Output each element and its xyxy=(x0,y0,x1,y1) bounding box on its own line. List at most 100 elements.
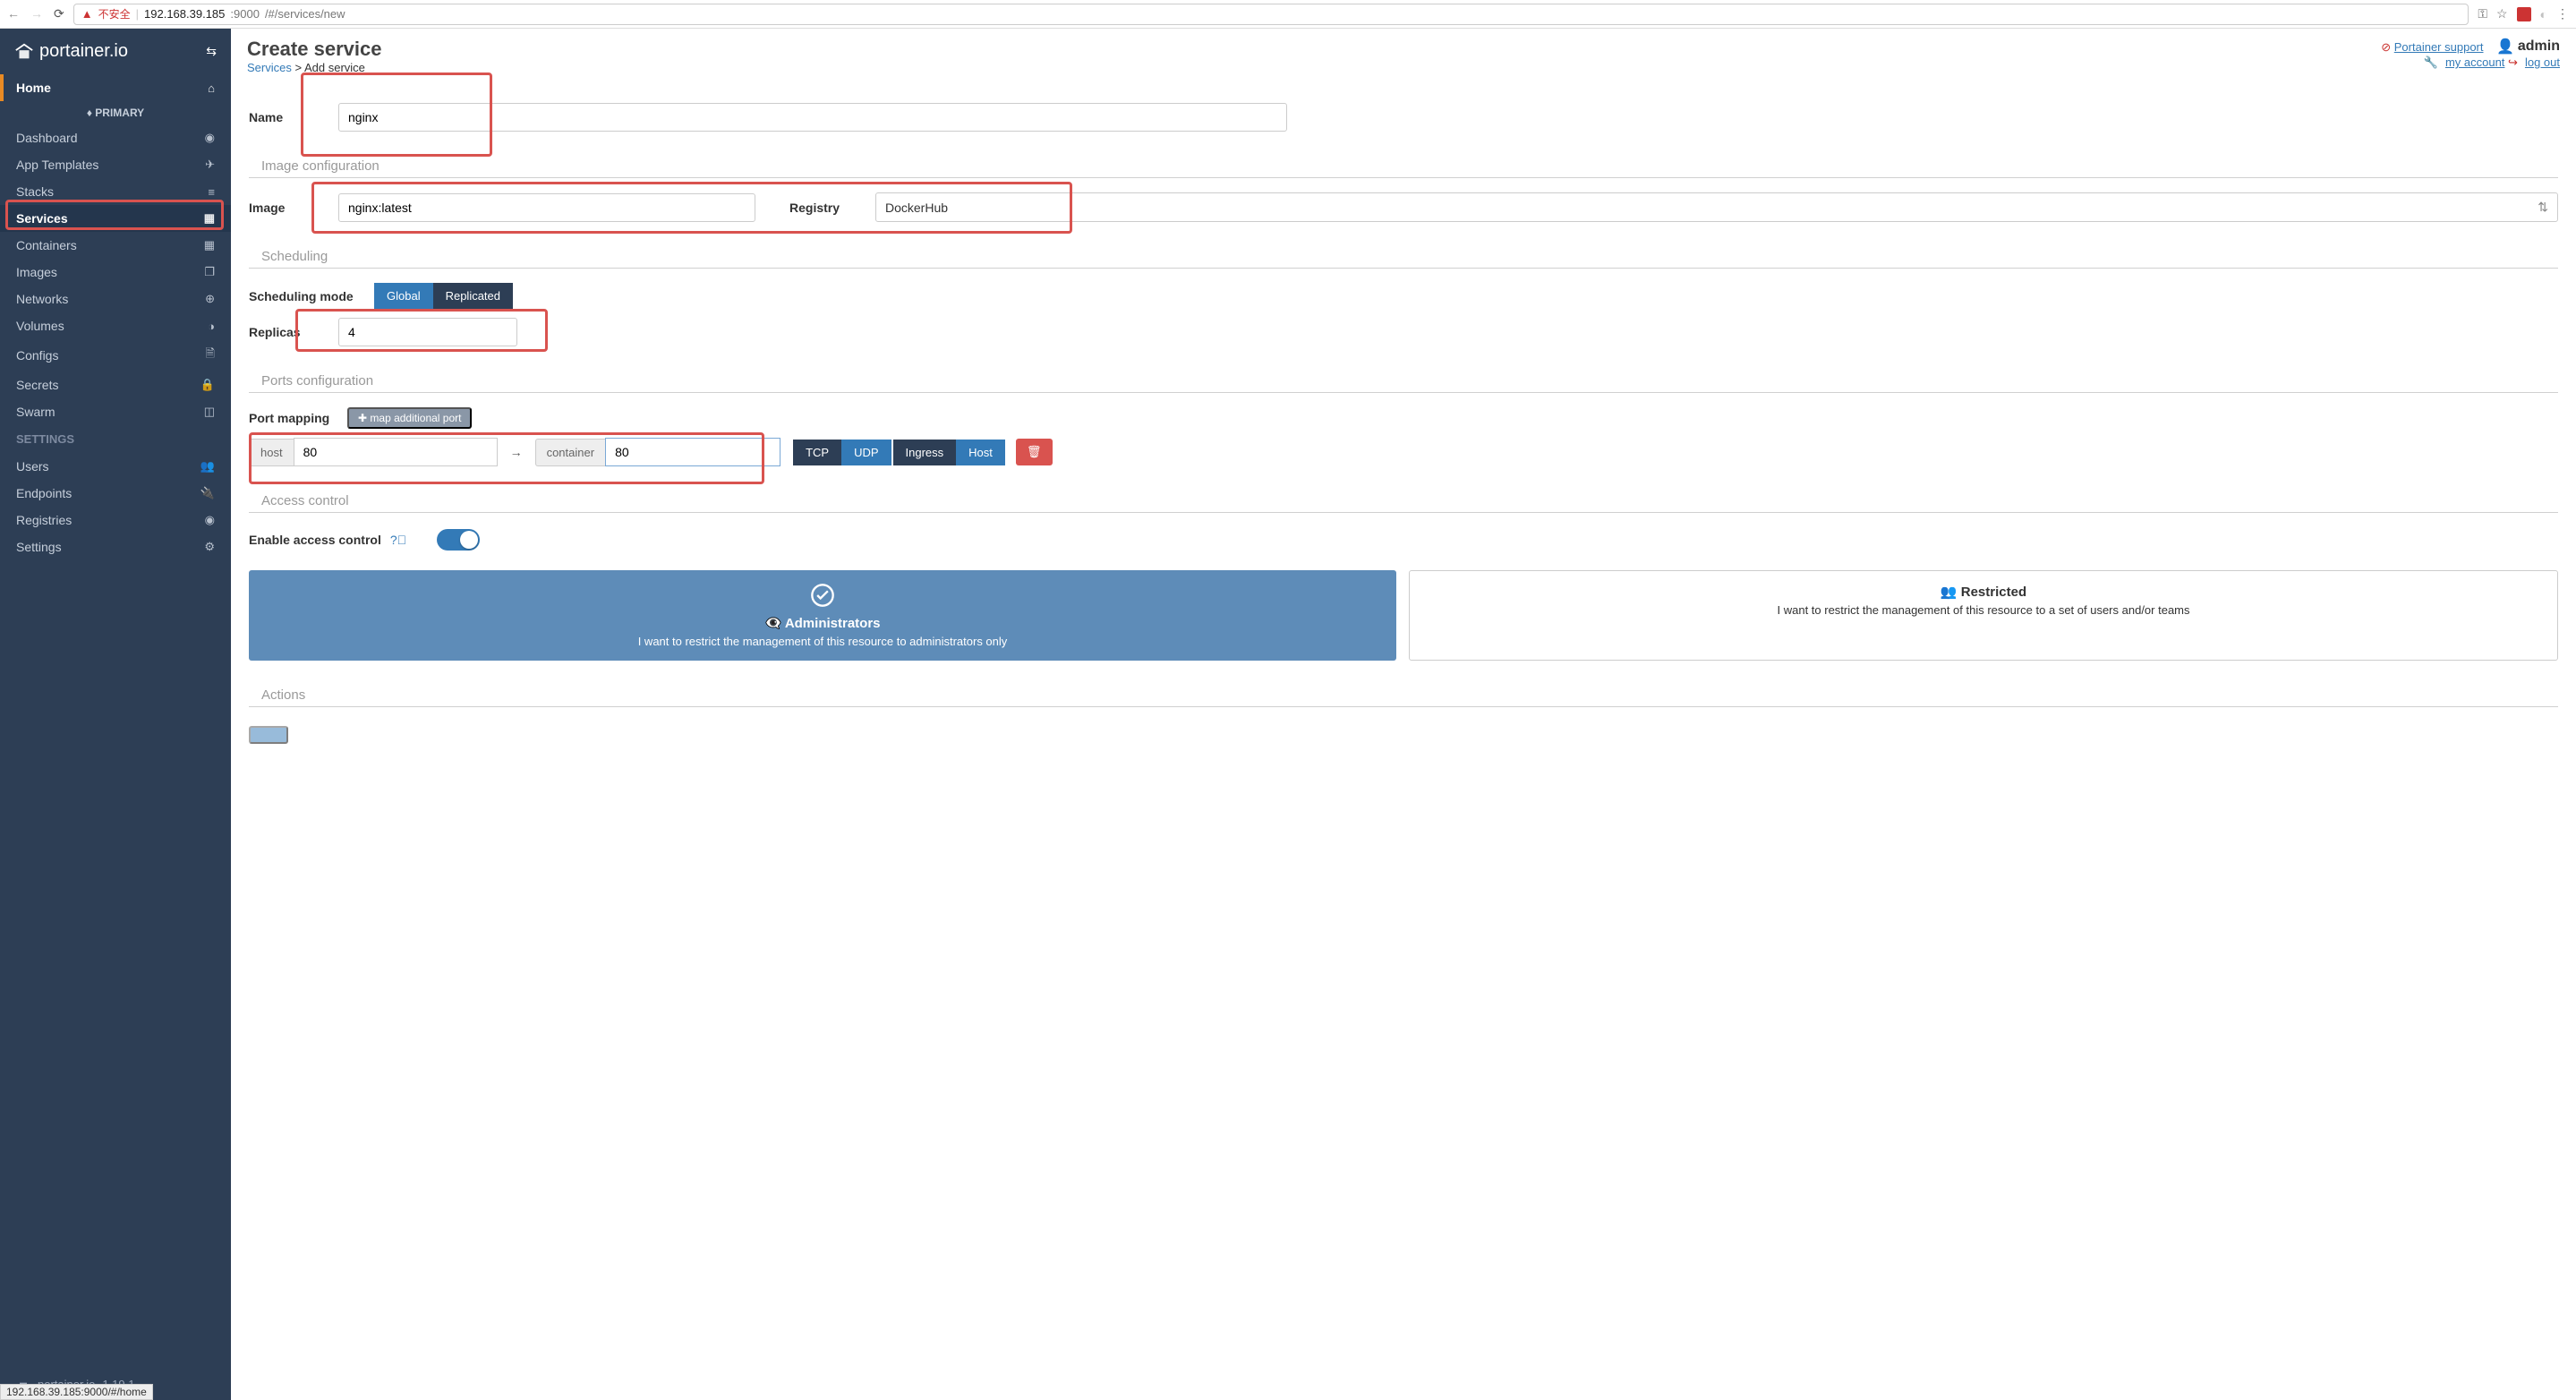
users-group-icon: 👥 xyxy=(1941,585,1958,600)
cubes-icon: ▦ xyxy=(204,238,215,252)
key-icon[interactable]: ⚿ xyxy=(2478,6,2487,21)
registry-label: Registry xyxy=(789,201,875,215)
plus-icon: ✚ xyxy=(358,412,367,424)
hdd-icon: ◑ xyxy=(208,320,215,333)
replicas-label: Replicas xyxy=(249,325,338,339)
lock-icon: 🔒 xyxy=(200,378,215,392)
port-mapping-label: Port mapping xyxy=(249,411,347,425)
nav-stacks[interactable]: Stacks≡ xyxy=(0,178,231,205)
tcp-button[interactable]: TCP xyxy=(793,440,841,465)
name-input[interactable] xyxy=(338,103,1287,132)
host-button[interactable]: Host xyxy=(956,440,1005,465)
image-label: Image xyxy=(249,201,338,215)
trash-icon: 🗑 xyxy=(1027,445,1042,458)
eye-slash-icon: 👁‍🗨 xyxy=(765,616,782,631)
nav-networks[interactable]: Networks⊕ xyxy=(0,286,231,312)
breadcrumb-services-link[interactable]: Services xyxy=(247,61,292,74)
section-actions: Actions xyxy=(249,671,2558,707)
container-port-input[interactable] xyxy=(605,438,780,466)
clone-icon: ❐ xyxy=(204,265,215,279)
container-addon: container xyxy=(535,439,605,466)
replicated-button[interactable]: Replicated xyxy=(433,283,513,309)
nav-endpoint-label: PRIMARY xyxy=(0,101,231,124)
nav-settings[interactable]: Settings⚙ xyxy=(0,534,231,560)
username: admin xyxy=(2518,38,2560,55)
section-image-config: Image configuration xyxy=(249,142,2558,178)
insecure-icon: ▲ xyxy=(81,7,93,21)
my-account-link[interactable]: my account xyxy=(2445,55,2504,69)
nav-secrets[interactable]: Secrets🔒 xyxy=(0,371,231,398)
nav-services[interactable]: Services▦ xyxy=(0,205,231,232)
name-label: Name xyxy=(249,110,338,124)
logout-link[interactable]: log out xyxy=(2525,55,2560,69)
nav-configs[interactable]: Configs🗎 xyxy=(0,339,231,371)
nav-settings-header: SETTINGS xyxy=(0,425,231,453)
back-icon[interactable]: ← xyxy=(7,6,20,21)
sidebar: portainer.io ⇆ Home ⌂ PRIMARY Dashboard◉… xyxy=(0,29,231,1400)
extension-grey-icon[interactable]: ◐ xyxy=(2540,7,2547,21)
url-host: 192.168.39.185 xyxy=(144,7,225,21)
star-icon[interactable]: ☆ xyxy=(2496,6,2508,21)
reload-icon[interactable]: ⟳ xyxy=(54,6,64,21)
nav-images[interactable]: Images❐ xyxy=(0,259,231,286)
forward-icon[interactable]: → xyxy=(30,6,43,21)
administrators-card[interactable]: 👁‍🗨 Administrators I want to restrict th… xyxy=(249,570,1396,661)
enable-access-label: Enable access control xyxy=(249,533,381,547)
nav-volumes[interactable]: Volumes◑ xyxy=(0,312,231,339)
nav-users[interactable]: Users👥 xyxy=(0,453,231,480)
restricted-card[interactable]: 👥 Restricted I want to restrict the mana… xyxy=(1409,570,2558,661)
status-bar-url: 192.168.39.185:9000/#/home xyxy=(0,1384,153,1400)
page-title: Create service xyxy=(247,38,381,61)
map-additional-port-button[interactable]: ✚ map additional port xyxy=(347,407,472,429)
nav-home[interactable]: Home ⌂ xyxy=(0,74,231,101)
main-content: Create service Services > Add service ⊘ … xyxy=(231,29,2576,1400)
rocket-icon: ✈ xyxy=(205,158,215,172)
arrow-right-icon: → xyxy=(498,445,535,459)
sidebar-toggle-icon[interactable]: ⇆ xyxy=(206,44,217,59)
menu-icon[interactable]: ⋮ xyxy=(2556,6,2569,21)
create-service-button[interactable] xyxy=(249,726,288,744)
registry-select[interactable]: DockerHub ⇅ xyxy=(875,192,2558,222)
ingress-button[interactable]: Ingress xyxy=(893,440,957,465)
nav-registries[interactable]: Registries◉ xyxy=(0,507,231,534)
insecure-label: 不安全 xyxy=(98,6,131,21)
wrench-icon: 🔧 xyxy=(2424,55,2438,69)
nav-endpoints[interactable]: Endpoints🔌 xyxy=(0,480,231,507)
help-icon[interactable]: ?⃝ xyxy=(390,533,406,547)
url-path: /#/services/new xyxy=(265,7,345,21)
image-input[interactable] xyxy=(338,193,755,222)
list-icon: ≡ xyxy=(208,185,215,199)
host-addon: host xyxy=(249,439,294,466)
nav-dashboard[interactable]: Dashboard◉ xyxy=(0,124,231,151)
nav-app-templates[interactable]: App Templates✈ xyxy=(0,151,231,178)
tachometer-icon: ◉ xyxy=(205,131,215,145)
logout-icon: ↪ xyxy=(2508,55,2518,69)
extension-icon[interactable] xyxy=(2517,7,2531,21)
section-access-control: Access control xyxy=(249,477,2558,513)
plug-icon: 🔌 xyxy=(200,486,215,500)
nav-swarm[interactable]: Swarm◫ xyxy=(0,398,231,425)
chevron-updown-icon: ⇅ xyxy=(2538,200,2548,215)
object-group-icon: ◫ xyxy=(204,405,215,419)
delete-port-button[interactable]: 🗑 xyxy=(1016,439,1053,465)
host-port-input[interactable] xyxy=(294,438,498,466)
breadcrumb: Services > Add service xyxy=(247,61,381,74)
cogs-icon: ⚙ xyxy=(204,540,215,554)
check-circle-icon xyxy=(810,583,835,608)
replicas-input[interactable] xyxy=(338,318,517,346)
browser-toolbar: ← → ⟳ ▲ 不安全 | 192.168.39.185:9000/#/serv… xyxy=(0,0,2576,29)
access-control-toggle[interactable] xyxy=(437,529,480,551)
logo[interactable]: portainer.io xyxy=(14,41,128,62)
global-button[interactable]: Global xyxy=(374,283,433,309)
list-alt-icon: ▦ xyxy=(204,211,215,226)
scheduling-mode-label: Scheduling mode xyxy=(249,289,374,303)
portainer-logo-icon xyxy=(14,42,34,62)
url-bar[interactable]: ▲ 不安全 | 192.168.39.185:9000/#/services/n… xyxy=(73,4,2469,25)
udp-button[interactable]: UDP xyxy=(841,440,891,465)
file-icon: 🗎 xyxy=(206,346,215,365)
users-icon: 👥 xyxy=(200,459,215,474)
breadcrumb-current: Add service xyxy=(304,61,365,74)
portainer-support-link[interactable]: Portainer support xyxy=(2394,40,2484,54)
nav-containers[interactable]: Containers▦ xyxy=(0,232,231,259)
url-port: :9000 xyxy=(230,7,260,21)
